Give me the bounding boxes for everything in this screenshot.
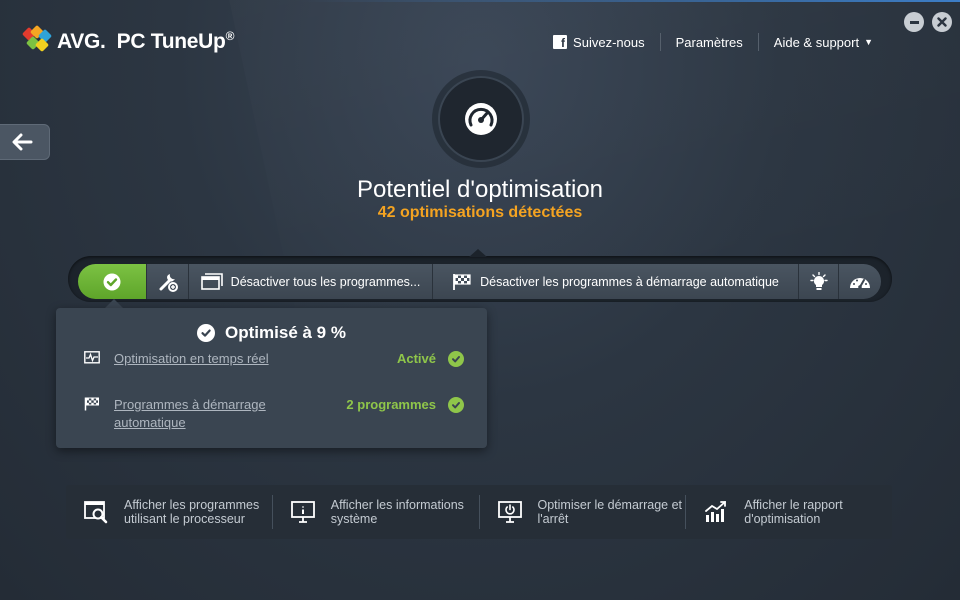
check-icon — [103, 273, 121, 290]
close-button[interactable] — [932, 12, 952, 32]
settings-link[interactable]: Paramètres — [661, 32, 758, 52]
popup-title: Optimisé à 9 % — [56, 323, 487, 343]
realtime-optimization-link[interactable]: Optimisation en temps réel — [114, 350, 284, 368]
disable-all-programs-label: Désactiver tous les programmes... — [230, 274, 421, 289]
close-icon — [937, 17, 947, 27]
check-circle-icon — [197, 324, 216, 342]
popup-title-text: Optimisé à 9 % — [225, 323, 346, 342]
quick-actions-bar: Afficher les programmes utilisant le pro… — [66, 485, 892, 539]
check-icon — [448, 351, 464, 367]
performance-button[interactable] — [839, 264, 881, 299]
disable-autostart-programs-button[interactable]: Désactiver les programmes à démarrage au… — [433, 264, 799, 299]
help-support-label: Aide & support — [773, 34, 860, 50]
show-system-info-link[interactable]: Afficher les informations système — [271, 495, 479, 529]
toolbar-pointer — [469, 249, 487, 257]
top-navigation: f Suivez-nous Paramètres Aide & support … — [538, 32, 888, 52]
optimization-gauge — [438, 76, 524, 162]
tools-icon — [159, 273, 178, 292]
follow-us-link[interactable]: f Suivez-nous — [538, 32, 660, 52]
top-accent-line — [300, 0, 960, 2]
optimize-startup-shutdown-link[interactable]: Optimiser le démarrage et l'arrêt — [478, 495, 686, 529]
pulse-monitor-icon — [84, 351, 100, 368]
follow-us-label: Suivez-nous — [573, 34, 645, 50]
recommendations-button[interactable] — [799, 264, 839, 299]
caret-down-icon: ▼ — [864, 37, 873, 47]
app-window: AVG. PC TuneUp® f Suivez-nous Paramètres… — [0, 0, 960, 600]
show-system-info-label: Afficher les informations système — [330, 498, 464, 526]
avg-logo-mark-icon — [21, 24, 54, 55]
show-optimization-report-label: Afficher le rapport d'optimisation — [744, 498, 843, 526]
startup-shutdown-icon — [497, 499, 522, 525]
realtime-optimization-status: Activé — [396, 351, 436, 366]
action-toolbar: Désactiver tous les programmes... Désact… — [78, 264, 881, 299]
facebook-icon: f — [553, 35, 568, 49]
disable-autostart-programs-label: Désactiver les programmes à démarrage au… — [480, 274, 779, 289]
optimized-status-button[interactable] — [78, 264, 147, 299]
speedometer-icon — [465, 103, 497, 135]
app-title: AVG. PC TuneUp® — [57, 28, 235, 53]
lightbulb-icon — [809, 271, 828, 290]
help-support-menu[interactable]: Aide & support ▼ — [759, 32, 888, 52]
minimize-button[interactable] — [904, 12, 924, 32]
maintenance-tools-button[interactable] — [147, 264, 189, 299]
autostart-programs-link[interactable]: Programmes à démarrage automatique — [114, 396, 284, 432]
report-chart-icon — [704, 499, 728, 525]
window-icon — [200, 272, 223, 291]
show-cpu-programs-label: Afficher les programmes utilisant le pro… — [124, 498, 260, 526]
performance-gauge-icon — [850, 277, 870, 289]
system-info-icon — [290, 499, 315, 525]
disable-all-programs-button[interactable]: Désactiver tous les programmes... — [189, 264, 433, 299]
show-cpu-programs-link[interactable]: Afficher les programmes utilisant le pro… — [66, 495, 272, 529]
page-title: Potentiel d'optimisation — [356, 176, 604, 203]
check-icon — [448, 397, 464, 413]
autostart-programs-status: 2 programmes — [346, 397, 436, 412]
minimize-icon — [909, 20, 919, 24]
show-optimization-report-link[interactable]: Afficher le rapport d'optimisation — [685, 495, 892, 529]
cpu-search-icon — [84, 499, 108, 525]
app-logo: AVG. PC TuneUp® — [21, 24, 235, 56]
checkered-flag-icon — [84, 397, 100, 414]
optimization-status-popup: Optimisé à 9 % Optimisation en temps rée… — [56, 308, 487, 448]
optimizations-count: 42 optimisations détectées — [377, 204, 583, 221]
settings-label: Paramètres — [675, 34, 743, 50]
optimize-startup-shutdown-label: Optimiser le démarrage et l'arrêt — [537, 498, 683, 526]
checkered-flag-icon — [452, 273, 472, 291]
back-arrow-icon — [12, 133, 33, 151]
back-button[interactable] — [0, 124, 50, 160]
